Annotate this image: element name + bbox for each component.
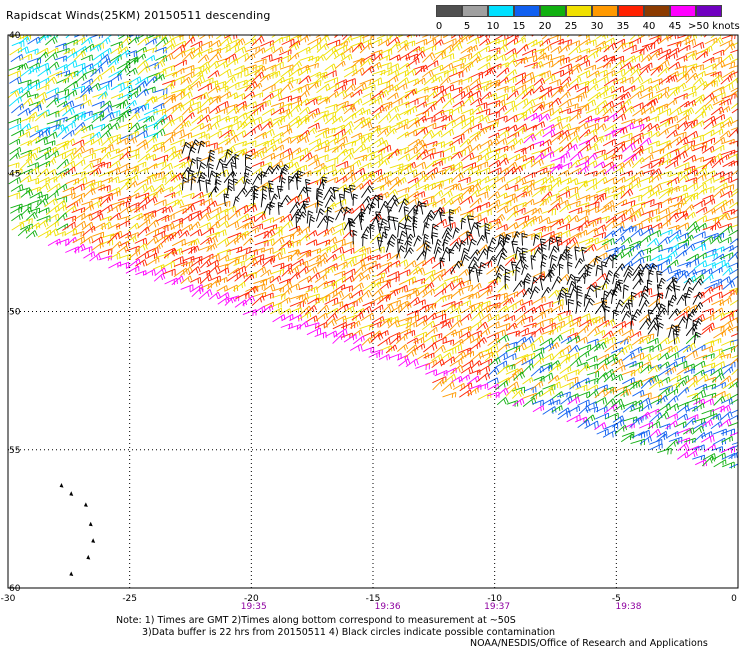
note-line-1: Note: 1) Times are GMT 2)Times along bot…	[116, 615, 516, 626]
latitude-tick-label: 50	[9, 308, 21, 318]
latitude-tick-label: 55	[9, 446, 20, 456]
latitude-tick-label: 45	[9, 169, 20, 179]
measurement-time-label: 19:35	[241, 602, 267, 612]
note-line-3: NOAA/NESDIS/Office of Research and Appli…	[470, 638, 708, 649]
longitude-tick-label: -25	[122, 594, 137, 604]
longitude-tick-label: -30	[1, 594, 16, 604]
measurement-time-label: 19:36	[375, 602, 401, 612]
latitude-tick-label: 60	[9, 584, 21, 594]
measurement-time-label: 19:37	[484, 602, 510, 612]
wind-barb-map: -30 -25 -20 -15 -10 -5 0 4045505560 19:35 19:36…	[1, 31, 739, 612]
time-labels: 19:35 19:36 19:37 19:38	[241, 602, 642, 612]
longitude-tick-label: 0	[731, 594, 737, 604]
latitude-tick-label: 40	[9, 31, 21, 41]
note-line-2: 3)Data buffer is 22 hrs from 20150511 4)…	[142, 627, 556, 638]
measurement-time-label: 19:38	[616, 602, 642, 612]
